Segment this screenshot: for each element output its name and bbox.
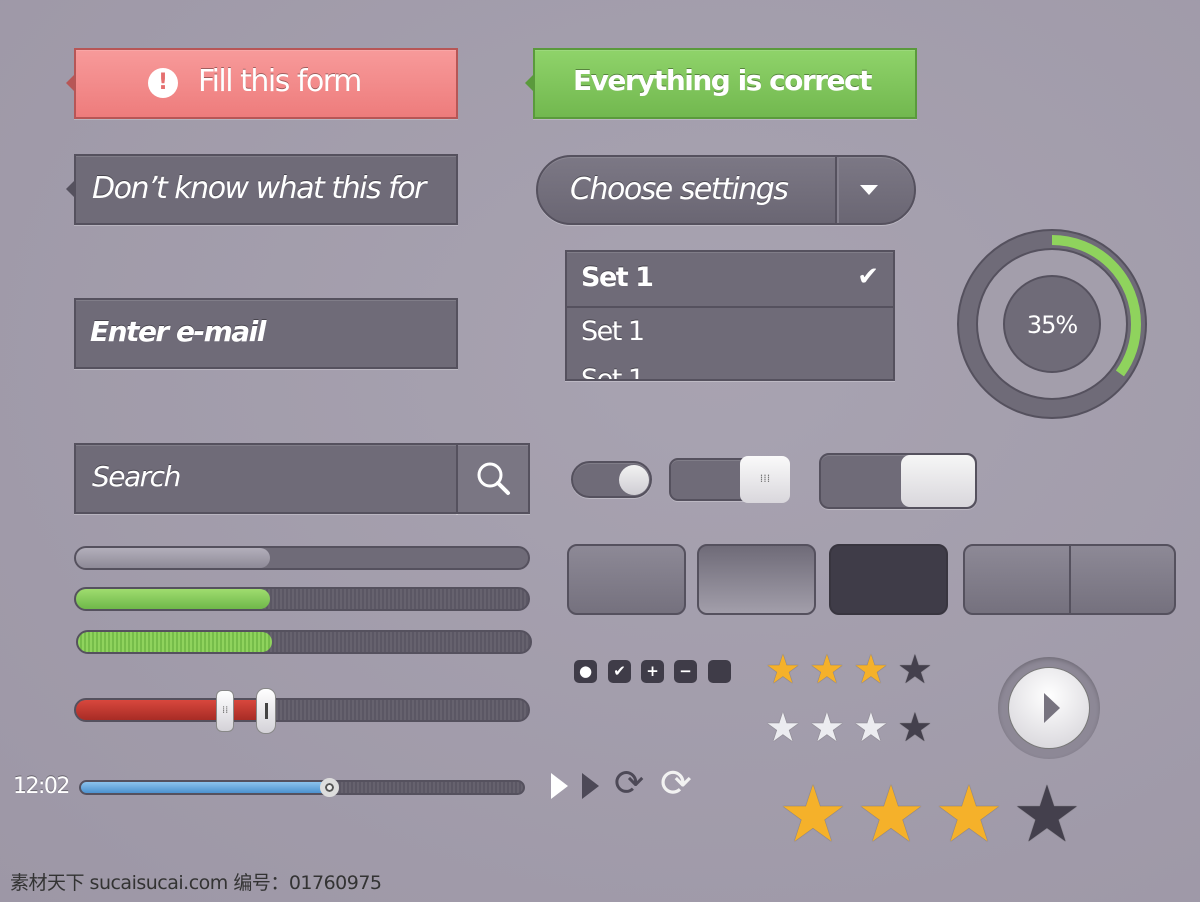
seek-knob[interactable] — [319, 778, 339, 797]
progress-fill — [76, 548, 271, 568]
star-filled-icon[interactable]: ★ — [765, 650, 801, 690]
watermark: 素材天下 sucaisucai.com 编号：01760975 — [10, 872, 382, 894]
info-tooltip-text: Don’t know what this for — [92, 171, 426, 206]
progress-bar-green — [74, 587, 530, 611]
error-tooltip: ! Fill this form — [66, 48, 458, 119]
star-filled-icon[interactable]: ★ — [809, 650, 845, 690]
star-filled-icon[interactable]: ★ — [856, 776, 926, 854]
check-icon: ✔ — [857, 262, 879, 292]
range-handle-high[interactable] — [255, 688, 276, 734]
checkbox-minus[interactable]: − — [674, 660, 697, 683]
checkbox-empty[interactable] — [708, 660, 731, 683]
info-tooltip: Don’t know what this for — [66, 154, 458, 225]
option-label: Set 1 — [581, 316, 645, 347]
search-input[interactable]: Search — [74, 443, 458, 514]
toggle-small[interactable] — [571, 461, 652, 498]
email-input[interactable]: Enter e-mail — [74, 298, 458, 369]
range-handle-low[interactable]: ⁞⁞ — [216, 690, 235, 732]
exclamation-icon: ! — [148, 68, 178, 98]
segmented-button-left[interactable] — [963, 544, 1071, 615]
refresh-icon[interactable]: ⟳ — [660, 764, 692, 802]
settings-select[interactable]: Choose settings — [536, 155, 916, 225]
dropdown-option[interactable]: Set 1 — [567, 308, 893, 362]
star-empty-icon[interactable]: ★ — [1012, 776, 1082, 854]
search-placeholder: Search — [92, 460, 181, 493]
repeat-icon[interactable]: ⟳ — [614, 766, 644, 802]
select-dropdown: Set 1 ✔ Set 1 Set 1 — [565, 250, 895, 381]
success-tooltip: Everything is correct — [525, 48, 917, 119]
star-filled-icon[interactable]: ★ — [853, 650, 889, 690]
circular-progress: 35% — [957, 229, 1147, 419]
progress-label: 35% — [1027, 311, 1078, 339]
star-filled-icon[interactable]: ★ — [778, 776, 848, 854]
select-value: Choose settings — [570, 172, 789, 207]
chevron-down-icon[interactable] — [860, 185, 878, 195]
play-button[interactable] — [998, 657, 1100, 759]
dropdown-option-selected[interactable]: Set 1 ✔ — [567, 252, 893, 308]
star-filled-icon[interactable]: ★ — [934, 776, 1004, 854]
media-time: 12:02 — [13, 774, 70, 799]
progress-fill — [76, 589, 271, 609]
star-filled-icon[interactable]: ★ — [765, 708, 801, 748]
search-button[interactable] — [456, 443, 530, 514]
star-filled-icon[interactable]: ★ — [809, 708, 845, 748]
option-label: Set 1 — [581, 364, 645, 381]
button-hover[interactable] — [697, 544, 816, 615]
option-label: Set 1 — [581, 262, 654, 293]
radio-checked[interactable]: ● — [574, 660, 597, 683]
play-icon[interactable] — [551, 773, 568, 799]
star-empty-icon[interactable]: ★ — [897, 650, 933, 690]
progress-bar-green-striped — [76, 630, 532, 654]
star-empty-icon[interactable]: ★ — [897, 708, 933, 748]
button-default[interactable] — [567, 544, 686, 615]
play-icon — [1044, 693, 1060, 723]
segmented-button-right[interactable] — [1069, 544, 1176, 615]
star-filled-icon[interactable]: ★ — [853, 708, 889, 748]
range-fill — [76, 700, 266, 720]
seek-fill — [81, 782, 329, 793]
progress-fill — [78, 632, 273, 652]
email-placeholder: Enter e-mail — [90, 315, 266, 348]
progress-bar-gray — [74, 546, 530, 570]
button-pressed[interactable] — [829, 544, 948, 615]
error-tooltip-text: Fill this form — [198, 64, 362, 99]
toggle-large[interactable] — [819, 453, 977, 509]
range-slider[interactable] — [74, 698, 530, 722]
success-tooltip-text: Everything is correct — [573, 64, 873, 97]
search-icon — [477, 462, 510, 495]
select-divider — [835, 157, 839, 223]
next-icon[interactable] — [582, 773, 599, 799]
checkbox-plus[interactable]: + — [641, 660, 664, 683]
checkbox-checked[interactable]: ✔ — [608, 660, 631, 683]
toggle-medium[interactable]: ⁞⁞⁞ — [669, 456, 790, 503]
media-seek-bar[interactable] — [79, 780, 525, 795]
dropdown-option[interactable]: Set 1 — [567, 362, 893, 381]
